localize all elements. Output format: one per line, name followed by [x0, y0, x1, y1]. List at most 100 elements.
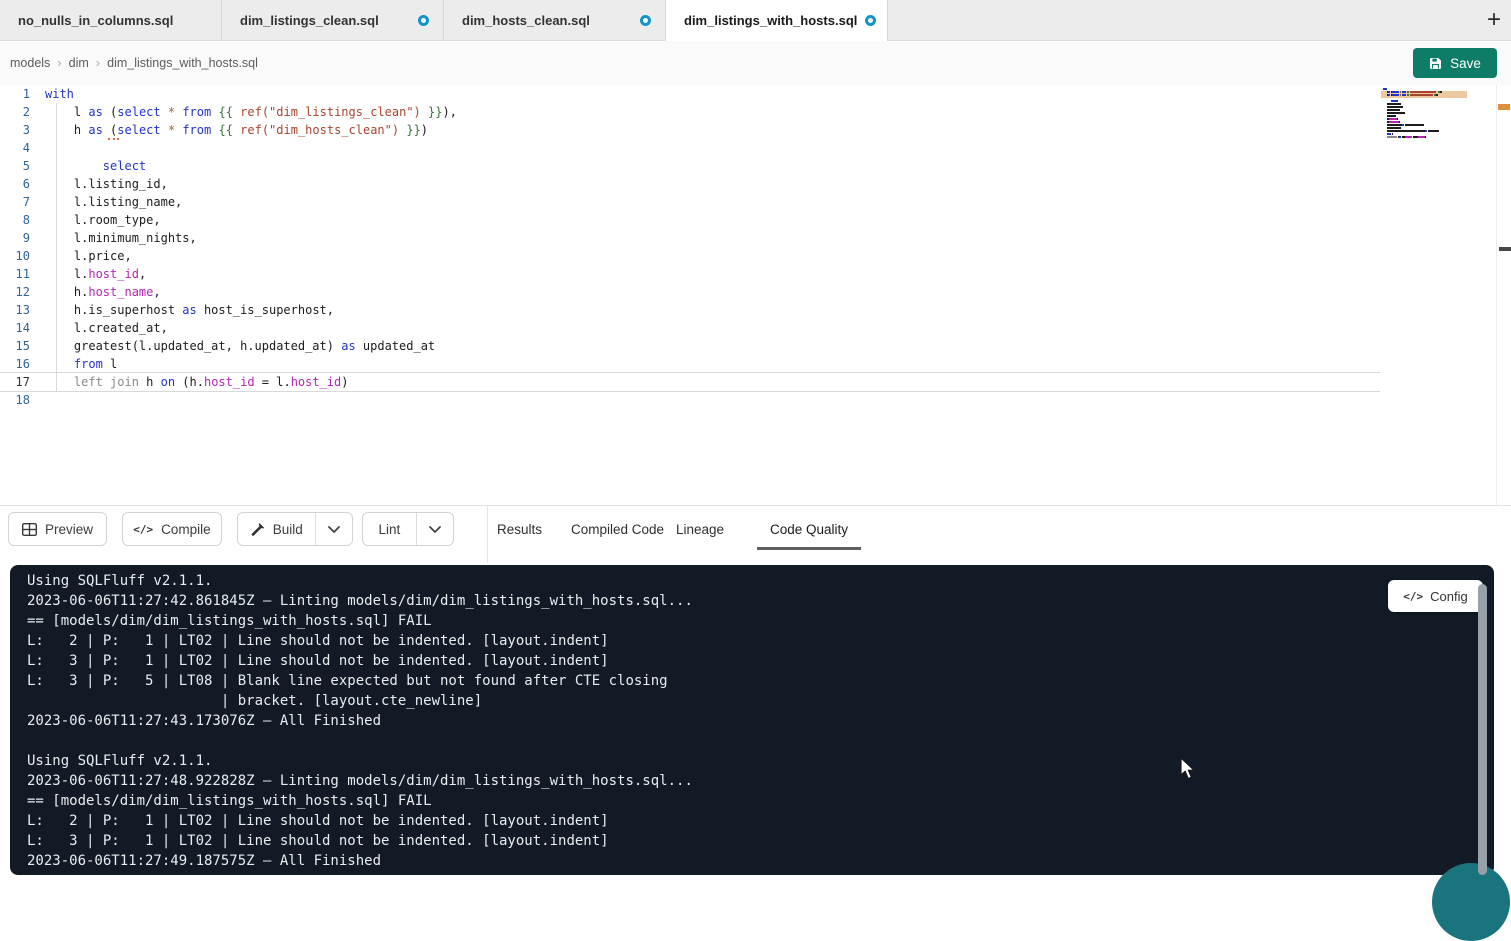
- tab-dim-listings-clean[interactable]: dim_listings_clean.sql: [222, 0, 444, 40]
- line-number: 2: [0, 103, 45, 121]
- code-line-17[interactable]: 17 left join h on (h.host_id = l.host_id…: [0, 373, 1380, 391]
- lint-dropdown-chevron[interactable]: [417, 513, 453, 545]
- code-text: left join h on (h.host_id = l.host_id): [45, 373, 349, 391]
- code-line-9[interactable]: 9 l.minimum_nights,: [0, 229, 1380, 247]
- lint-button[interactable]: Lint: [363, 513, 417, 545]
- tab-label: dim_listings_with_hosts.sql: [684, 13, 857, 28]
- code-text: h.host_name,: [45, 283, 161, 301]
- code-line-15[interactable]: 15 greatest(l.updated_at, h.updated_at) …: [0, 337, 1380, 355]
- code-line-10[interactable]: 10 l.price,: [0, 247, 1380, 265]
- table-grid-icon: [22, 523, 37, 536]
- modified-dot-icon: [865, 15, 876, 26]
- code-line-3[interactable]: 3 h as (select * from {{ ref("dim_hosts_…: [0, 121, 1380, 139]
- tab-label: Code Quality: [770, 522, 848, 537]
- modified-dot-icon: [640, 15, 651, 26]
- code-line-12[interactable]: 12 h.host_name,: [0, 283, 1380, 301]
- tab-label: Results: [497, 522, 542, 537]
- line-number: 5: [0, 157, 45, 175]
- preview-button[interactable]: Preview: [8, 512, 107, 546]
- tab-compiled-code[interactable]: Compiled Code: [571, 512, 664, 546]
- lint-label: Lint: [379, 522, 401, 537]
- line-number: 13: [0, 301, 45, 319]
- build-dropdown-chevron[interactable]: [316, 513, 352, 545]
- preview-label: Preview: [45, 522, 93, 537]
- indent-guide: [56, 103, 57, 391]
- tab-label: Lineage: [676, 522, 724, 537]
- build-button-group: Build: [237, 512, 353, 546]
- lint-warning-squiggle: [108, 135, 119, 140]
- line-number: 12: [0, 283, 45, 301]
- code-line-6[interactable]: 6 l.listing_id,: [0, 175, 1380, 193]
- save-label: Save: [1450, 56, 1481, 71]
- code-line-11[interactable]: 11 l.host_id,: [0, 265, 1380, 283]
- code-line-16[interactable]: 16 from l: [0, 355, 1380, 373]
- code-text: select: [45, 157, 146, 175]
- code-text: h as (select * from {{ ref("dim_hosts_cl…: [45, 121, 428, 139]
- code-icon: </>: [133, 523, 153, 536]
- line-number: 6: [0, 175, 45, 193]
- tab-code-quality[interactable]: Code Quality: [770, 512, 848, 546]
- code-line-13[interactable]: 13 h.is_superhost as host_is_superhost,: [0, 301, 1380, 319]
- code-lines: 1with2 l as (select * from {{ ref("dim_l…: [0, 85, 1511, 409]
- active-tab-underline: [757, 547, 861, 550]
- code-text: greatest(l.updated_at, h.updated_at) as …: [45, 337, 435, 355]
- editor-panel-divider: [0, 505, 1511, 506]
- code-text: l.host_id,: [45, 265, 146, 283]
- tab-label: dim_listings_clean.sql: [240, 13, 379, 28]
- overview-ruler: [1496, 85, 1497, 505]
- overview-cursor-marker: [1499, 247, 1511, 251]
- terminal-scrollbar[interactable]: [1478, 584, 1487, 875]
- code-line-14[interactable]: 14 l.created_at,: [0, 319, 1380, 337]
- code-editor[interactable]: 1with2 l as (select * from {{ ref("dim_l…: [0, 85, 1511, 505]
- build-button[interactable]: Build: [238, 513, 316, 545]
- breadcrumb-models[interactable]: models: [10, 56, 50, 70]
- code-text: l.listing_name,: [45, 193, 182, 211]
- config-label: Config: [1430, 589, 1468, 604]
- code-text: h.is_superhost as host_is_superhost,: [45, 301, 334, 319]
- chevron-right-icon: ›: [57, 55, 61, 70]
- code-line-2[interactable]: 2 l as (select * from {{ ref("dim_listin…: [0, 103, 1380, 121]
- code-line-4[interactable]: 4: [0, 139, 1380, 157]
- code-line-7[interactable]: 7 l.listing_name,: [0, 193, 1380, 211]
- save-icon: [1429, 57, 1442, 70]
- file-tab-bar: no_nulls_in_columns.sql dim_listings_cle…: [0, 0, 1511, 41]
- minimap[interactable]: [1383, 88, 1465, 142]
- code-line-5[interactable]: 5 select: [0, 157, 1380, 175]
- code-line-8[interactable]: 8 l.room_type,: [0, 211, 1380, 229]
- code-text: l.created_at,: [45, 319, 168, 337]
- chevron-down-icon: [328, 526, 340, 533]
- tab-dim-hosts-clean[interactable]: dim_hosts_clean.sql: [444, 0, 666, 40]
- overview-warning-marker: [1498, 104, 1510, 110]
- tab-lineage[interactable]: Lineage: [676, 512, 724, 546]
- line-number: 1: [0, 85, 45, 103]
- code-text: l.minimum_nights,: [45, 229, 197, 247]
- line-number: 8: [0, 211, 45, 229]
- tab-no-nulls-in-columns[interactable]: no_nulls_in_columns.sql: [0, 0, 222, 40]
- build-label: Build: [273, 522, 303, 537]
- code-line-1[interactable]: 1with: [0, 85, 1380, 103]
- compile-button[interactable]: </> Compile: [122, 512, 222, 546]
- new-tab-button[interactable]: +: [1477, 8, 1511, 32]
- line-number: 16: [0, 355, 45, 373]
- terminal-panel[interactable]: Using SQLFluff v2.1.1. 2023-06-06T11:27:…: [10, 565, 1494, 875]
- tab-label: Compiled Code: [571, 522, 664, 537]
- line-number: 3: [0, 121, 45, 139]
- breadcrumb: models › dim › dim_listings_with_hosts.s…: [10, 55, 258, 70]
- code-line-18[interactable]: 18: [0, 391, 1380, 409]
- line-number: 15: [0, 337, 45, 355]
- toolbar-divider: [487, 506, 488, 563]
- breadcrumb-file[interactable]: dim_listings_with_hosts.sql: [107, 56, 258, 70]
- tab-dim-listings-with-hosts[interactable]: dim_listings_with_hosts.sql: [666, 0, 888, 41]
- line-number: 7: [0, 193, 45, 211]
- breadcrumb-dim[interactable]: dim: [69, 56, 89, 70]
- line-number: 18: [0, 391, 45, 409]
- code-text: l.price,: [45, 247, 132, 265]
- tab-results[interactable]: Results: [497, 512, 542, 546]
- line-number: 9: [0, 229, 45, 247]
- config-button[interactable]: </> Config: [1388, 580, 1483, 612]
- save-button[interactable]: Save: [1413, 48, 1497, 78]
- code-text: l.listing_id,: [45, 175, 168, 193]
- chevron-down-icon: [429, 526, 441, 533]
- line-number: 11: [0, 265, 45, 283]
- line-number: 17: [0, 373, 45, 391]
